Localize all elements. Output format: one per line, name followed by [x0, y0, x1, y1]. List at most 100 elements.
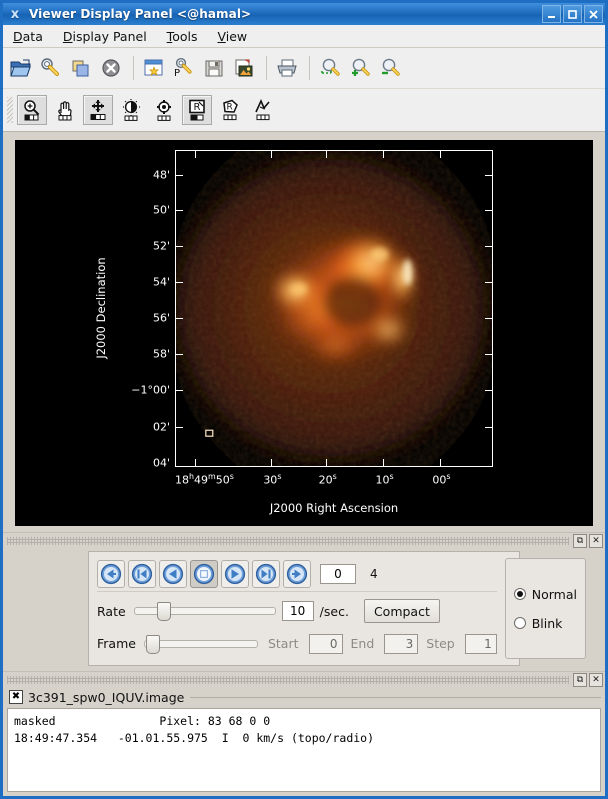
crosshair-move-icon[interactable]	[83, 95, 113, 125]
minimize-button[interactable]	[542, 5, 561, 23]
status-dock-grip[interactable]	[7, 676, 569, 684]
status-dock-bar: ⧉ ✕	[3, 671, 605, 688]
new-panel-star-icon[interactable]	[140, 54, 168, 82]
animator-rate-row: Rate 10 /sec. Compact	[97, 594, 497, 628]
animator-divider	[97, 591, 497, 593]
zoom-out-icon[interactable]	[376, 54, 404, 82]
blink-label: Blink	[531, 615, 563, 631]
y-axis-title: J2000 Declination	[94, 257, 108, 359]
print-icon[interactable]	[273, 54, 301, 82]
copy-panels-icon[interactable]	[67, 54, 95, 82]
rate-value-field[interactable]: 10	[281, 601, 314, 622]
title-bar: x Viewer Display Panel <@hamal>	[3, 3, 605, 25]
rectangle-region-icon[interactable]: R	[182, 95, 212, 125]
frame-label: Frame	[97, 636, 136, 652]
end-field[interactable]: 3	[384, 633, 419, 654]
zoom-fit-icon[interactable]	[316, 54, 344, 82]
x-tick-label: 30s	[263, 472, 282, 487]
rate-slider-knob[interactable]	[157, 602, 172, 622]
x-axis-title: J2000 Right Ascension	[269, 501, 399, 515]
toolbar-separator-2	[266, 56, 267, 80]
animator-frame-row: Frame Start 0 End 3 Step 1	[97, 629, 497, 659]
step-back-end-button[interactable]	[128, 560, 156, 589]
y-tick-label: 52'	[152, 239, 170, 252]
play-forward-button[interactable]	[221, 560, 249, 589]
menu-data[interactable]: Data	[13, 29, 43, 44]
undock-status-button[interactable]: ⧉	[573, 673, 587, 687]
play-backward-button[interactable]	[159, 560, 187, 589]
compact-button[interactable]: Compact	[363, 599, 440, 624]
adjust-wrench-icon[interactable]	[37, 54, 65, 82]
open-folder-icon[interactable]	[7, 54, 35, 82]
status-header: ✖ 3c391_spw0_IQUV.image	[7, 688, 601, 706]
close-image-button[interactable]: ✖	[9, 690, 23, 704]
main-toolbar: P	[3, 48, 605, 89]
animator-panel: 0 4 Rate 10 /sec. Compact Frame Start 0 …	[3, 549, 605, 671]
status-rule	[190, 696, 601, 698]
frame-slider-knob[interactable]	[146, 634, 161, 654]
mode-normal-row[interactable]: Normal	[513, 586, 577, 602]
rate-slider[interactable]	[133, 602, 276, 622]
colormap-fiddle-icon[interactable]	[149, 95, 179, 125]
toolbar-separator-3	[309, 56, 310, 80]
close-animator-button[interactable]: ✕	[589, 534, 603, 548]
rewind-to-start-button[interactable]	[97, 560, 125, 589]
image-name-label: 3c391_spw0_IQUV.image	[28, 689, 185, 705]
blink-radio[interactable]	[513, 617, 526, 629]
y-tick-label: 56'	[152, 311, 170, 325]
cursor-readout-panel: ✖ 3c391_spw0_IQUV.image masked Pixel: 83…	[3, 688, 605, 796]
start-label: Start	[267, 636, 299, 652]
menu-tools[interactable]: Tools	[167, 29, 198, 44]
x-tick-label: 00s	[432, 472, 451, 487]
sky-canvas[interactable]: J2000 Declination J2000 Right Ascension	[15, 140, 593, 526]
readout-line-1: masked Pixel: 83 68 0 0	[14, 714, 271, 728]
panel-prefs-icon[interactable]: P	[170, 54, 198, 82]
menu-view[interactable]: View	[217, 29, 247, 44]
undock-animator-button[interactable]: ⧉	[573, 534, 587, 548]
y-tick-label: 48'	[152, 168, 170, 182]
zoom-tool-icon[interactable]	[17, 95, 47, 125]
normal-label: Normal	[531, 586, 577, 602]
toolbar-grip[interactable]	[7, 97, 13, 123]
normal-radio[interactable]	[513, 588, 526, 600]
mode-blink-row[interactable]: Blink	[513, 615, 577, 631]
window-title: Viewer Display Panel <@hamal>	[29, 7, 252, 21]
window-controls	[542, 5, 603, 23]
image-display-area[interactable]: J2000 Declination J2000 Right Ascension	[3, 132, 605, 532]
fast-forward-button[interactable]	[283, 560, 311, 589]
start-field[interactable]: 0	[308, 633, 343, 654]
svg-text:R: R	[194, 102, 201, 113]
zoom-in-icon[interactable]	[346, 54, 374, 82]
maximize-button[interactable]	[563, 5, 582, 23]
y-tick-label: 54'	[152, 275, 170, 289]
dock-grip[interactable]	[7, 537, 569, 545]
stop-button[interactable]	[190, 560, 218, 589]
export-image-icon[interactable]	[230, 54, 258, 82]
x-tick-label: 20s	[318, 472, 337, 487]
polyline-region-icon[interactable]	[248, 95, 278, 125]
close-status-button[interactable]: ✕	[589, 673, 603, 687]
brightness-contrast-icon[interactable]	[116, 95, 146, 125]
step-field[interactable]: 1	[464, 633, 497, 654]
menu-bar: Data Display Panel Tools View	[3, 25, 605, 48]
save-floppy-icon[interactable]	[200, 54, 228, 82]
animator-transport: 0 4	[97, 558, 497, 590]
pan-hand-icon[interactable]	[50, 95, 80, 125]
viewer-display-panel-window: x Viewer Display Panel <@hamal> Data Dis…	[0, 0, 608, 799]
x-tick-label: 10s	[375, 472, 394, 487]
plot-frame: 48' 50' 52' 54' 56' 58' −1°00' 02' 04' 1…	[131, 150, 493, 487]
rate-label: Rate	[97, 603, 126, 619]
animation-mode-group: Normal Blink	[504, 558, 586, 659]
frame-slider[interactable]	[143, 634, 258, 654]
mouse-tool-toolbar: R R	[3, 89, 605, 132]
frame-count-label: 4	[370, 567, 378, 582]
close-button[interactable]	[584, 5, 603, 23]
delete-x-icon[interactable]	[97, 54, 125, 82]
polygon-region-icon[interactable]: R	[215, 95, 245, 125]
menu-display-panel[interactable]: Display Panel	[63, 29, 147, 44]
readout-text-box: masked Pixel: 83 68 0 0 18:49:47.354 -01…	[7, 708, 601, 792]
y-tick-label: 02'	[152, 420, 170, 434]
frame-number-field[interactable]: 0	[320, 564, 356, 585]
end-label: End	[350, 636, 375, 652]
step-forward-end-button[interactable]	[252, 560, 280, 589]
